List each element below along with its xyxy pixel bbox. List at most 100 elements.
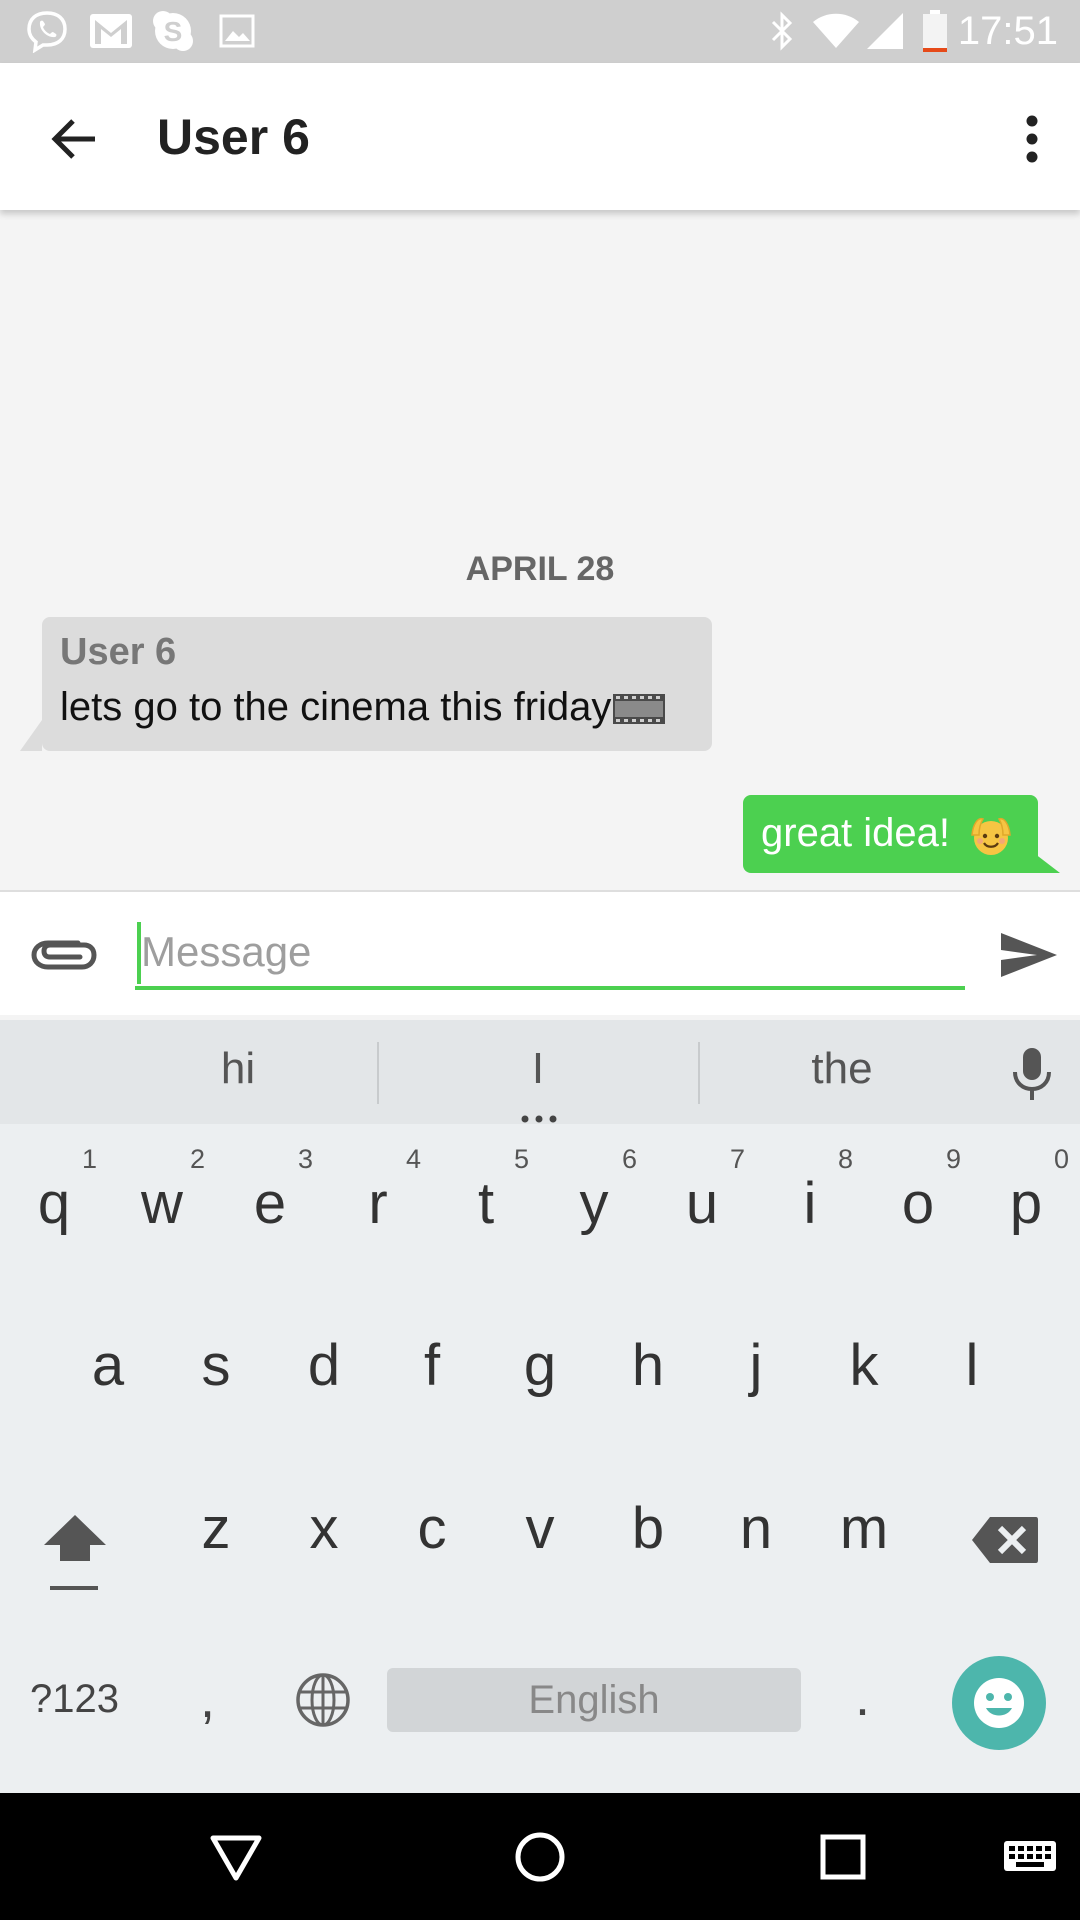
suggestion-bar: hi I the <box>0 1020 1080 1124</box>
key-r[interactable]: r <box>324 1170 432 1237</box>
nav-back-button[interactable] <box>200 1821 272 1893</box>
more-suggestions-indicator <box>520 1110 558 1128</box>
circle-home-icon <box>515 1832 565 1882</box>
outgoing-message-bubble[interactable]: great idea! <box>743 795 1038 873</box>
key-p[interactable]: p <box>972 1170 1080 1237</box>
suggestion-item[interactable]: I <box>438 1044 638 1094</box>
bluetooth-icon <box>762 8 802 54</box>
space-key[interactable]: English <box>387 1668 801 1732</box>
key-h[interactable]: h <box>594 1332 702 1399</box>
keyboard-switch-button[interactable] <box>994 1821 1066 1893</box>
key-e[interactable]: e <box>216 1170 324 1237</box>
key-v[interactable]: v <box>486 1495 594 1562</box>
message-sender: User 6 <box>60 631 177 673</box>
wifi-icon <box>810 8 862 54</box>
key-f[interactable]: f <box>378 1332 486 1399</box>
suggestion-item[interactable]: the <box>742 1044 942 1094</box>
key-a[interactable]: a <box>54 1332 162 1399</box>
keyboard-icon <box>1004 1841 1056 1871</box>
divider <box>698 1042 700 1104</box>
status-time: 17:51 <box>957 9 1058 53</box>
emoji-key[interactable] <box>952 1656 1046 1750</box>
key-i[interactable]: i <box>756 1170 864 1237</box>
period-key[interactable]: . <box>855 1666 870 1728</box>
key-n[interactable]: n <box>702 1495 810 1562</box>
shift-key[interactable] <box>40 1507 110 1597</box>
keyboard: hi I the q1w2e3r4t5y6u7i8o9p0 asdfghjkl … <box>0 1020 1080 1793</box>
message-text: great idea! <box>761 811 1015 859</box>
battery-low-icon <box>918 8 952 54</box>
message-body: lets go to the cinema this friday <box>60 685 612 729</box>
key-hint-number: 5 <box>514 1144 530 1174</box>
incoming-message-bubble[interactable]: User 6 lets go to the cinema this friday <box>42 617 712 751</box>
signal-icon <box>862 8 908 54</box>
app-bar: User 6 <box>0 63 1080 210</box>
language-key[interactable] <box>295 1672 351 1728</box>
key-k[interactable]: k <box>810 1332 918 1399</box>
skype-icon: S <box>148 8 198 54</box>
date-separator: APRIL 28 <box>465 550 615 588</box>
key-g[interactable]: g <box>486 1332 594 1399</box>
message-list[interactable]: APRIL 28 User 6 lets go to the cinema th… <box>0 210 1080 890</box>
nav-recents-button[interactable] <box>807 1821 879 1893</box>
key-hint-number: 3 <box>298 1144 314 1174</box>
send-button[interactable] <box>994 922 1064 988</box>
smiling-face-emoji <box>971 818 1011 856</box>
composer <box>0 890 1080 1015</box>
key-u[interactable]: u <box>648 1170 756 1237</box>
symbols-key[interactable]: ?123 <box>30 1677 119 1722</box>
triangle-back-icon <box>210 1835 262 1881</box>
key-o[interactable]: o <box>864 1170 972 1237</box>
key-z[interactable]: z <box>162 1495 270 1562</box>
nav-home-button[interactable] <box>504 1821 576 1893</box>
message-body: great idea! <box>761 811 962 855</box>
backspace-icon <box>972 1517 1038 1563</box>
key-w[interactable]: w <box>108 1170 216 1237</box>
key-y[interactable]: y <box>540 1170 648 1237</box>
divider <box>377 1042 379 1104</box>
microphone-icon[interactable] <box>1010 1046 1054 1102</box>
backspace-key[interactable] <box>970 1513 1040 1567</box>
key-hint-number: 2 <box>190 1144 206 1174</box>
key-hint-number: 0 <box>1054 1144 1070 1174</box>
smiley-icon <box>974 1678 1024 1728</box>
message-input[interactable] <box>135 918 965 990</box>
film-strip-icon <box>613 694 666 725</box>
message-text: lets go to the cinema this friday <box>60 685 666 730</box>
paperclip-icon <box>31 940 97 970</box>
comma-key[interactable]: , <box>200 1668 215 1730</box>
suggestion-item[interactable]: hi <box>138 1044 338 1094</box>
more-vertical-icon <box>1026 115 1038 163</box>
status-bar: S 17:51 <box>0 0 1080 63</box>
more-options-button[interactable] <box>1002 99 1062 179</box>
back-button[interactable] <box>28 99 118 179</box>
key-hint-number: 4 <box>406 1144 422 1174</box>
key-c[interactable]: c <box>378 1495 486 1562</box>
key-hint-number: 9 <box>946 1144 962 1174</box>
square-recents-icon <box>820 1834 866 1880</box>
page-title: User 6 <box>157 109 310 165</box>
text-cursor <box>137 922 141 984</box>
key-hint-number: 8 <box>838 1144 854 1174</box>
key-hint-number: 7 <box>730 1144 746 1174</box>
key-hint-number: 6 <box>622 1144 638 1174</box>
svg-text:S: S <box>164 16 183 47</box>
key-t[interactable]: t <box>432 1170 540 1237</box>
key-s[interactable]: s <box>162 1332 270 1399</box>
send-icon <box>1001 933 1057 977</box>
key-l[interactable]: l <box>918 1332 1026 1399</box>
image-icon <box>214 8 260 54</box>
key-b[interactable]: b <box>594 1495 702 1562</box>
navigation-bar <box>0 1793 1080 1920</box>
gmail-icon <box>86 8 136 54</box>
key-hint-number: 1 <box>82 1144 98 1174</box>
viber-icon <box>22 8 72 54</box>
key-m[interactable]: m <box>810 1495 918 1562</box>
key-j[interactable]: j <box>702 1332 810 1399</box>
key-d[interactable]: d <box>270 1332 378 1399</box>
key-q[interactable]: q <box>0 1170 108 1237</box>
incoming-bubble-tail <box>20 720 42 751</box>
attach-button[interactable] <box>24 920 104 990</box>
key-x[interactable]: x <box>270 1495 378 1562</box>
shift-arrow-icon <box>44 1515 106 1590</box>
